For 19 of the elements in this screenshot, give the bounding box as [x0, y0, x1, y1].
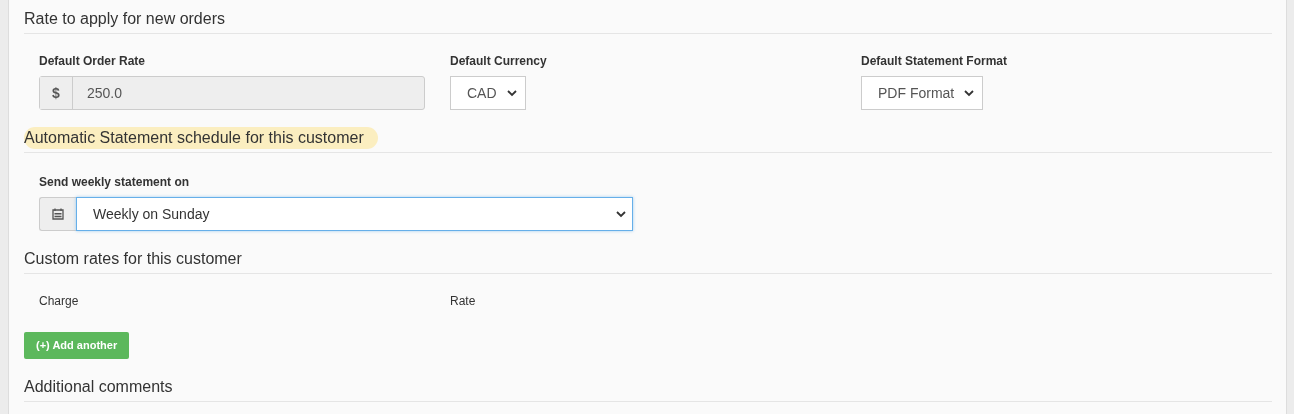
section-heading: Automatic Statement schedule for this customer	[24, 127, 378, 149]
chevron-down-icon	[964, 89, 975, 97]
chevron-down-icon	[616, 210, 626, 218]
calendar-icon	[52, 208, 64, 220]
rate-value: 250.0	[86, 83, 123, 103]
field-label: Default Statement Format	[861, 53, 1009, 70]
column-header: Charge	[39, 293, 80, 310]
dropdown-select[interactable]: CAD	[450, 76, 526, 110]
schedule-select[interactable]: Weekly on Sunday	[76, 197, 633, 231]
dropdown-select[interactable]: PDF Format	[861, 76, 984, 110]
column-header: Rate	[450, 293, 477, 310]
section-heading: Additional comments	[24, 377, 173, 397]
field-label: Default Currency	[450, 53, 548, 70]
field-label: Default Order Rate	[39, 53, 147, 70]
currency-addon: $	[40, 77, 73, 109]
field-label: Send weekly statement on	[39, 174, 191, 191]
chevron-down-icon	[506, 89, 517, 97]
section-heading: Rate to apply for new orders	[24, 9, 225, 29]
section-heading: Custom rates for this customer	[24, 249, 242, 269]
